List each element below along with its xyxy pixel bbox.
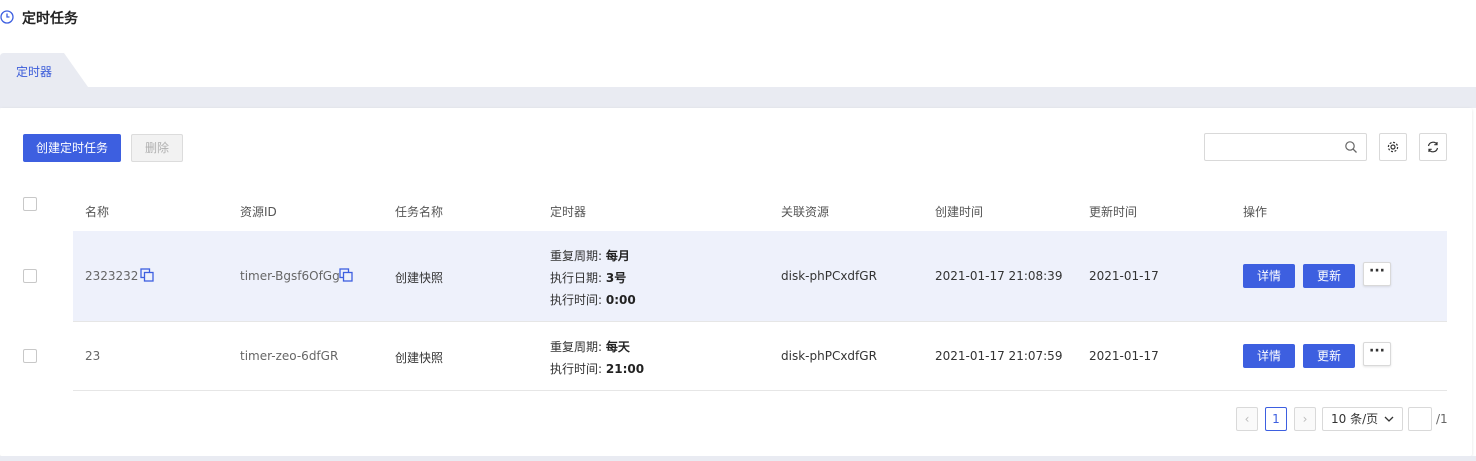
timer-label: 执行时间: bbox=[550, 362, 603, 376]
more-actions-button[interactable]: ··· bbox=[1363, 262, 1391, 286]
search-input[interactable] bbox=[1205, 134, 1335, 160]
delete-button[interactable]: 删除 bbox=[131, 134, 184, 162]
timer-label: 执行日期: bbox=[550, 271, 603, 285]
search-icon[interactable] bbox=[1344, 140, 1358, 154]
prev-page-button[interactable]: ‹ bbox=[1236, 407, 1258, 431]
timer-value: 每月 bbox=[605, 249, 630, 263]
current-page[interactable]: 1 bbox=[1265, 407, 1287, 431]
next-page-button[interactable]: › bbox=[1294, 407, 1316, 431]
row-name: 23 bbox=[85, 349, 101, 363]
timer-value: 每天 bbox=[605, 340, 630, 354]
row-resource-id: timer-Bgsf6OfGg bbox=[240, 269, 340, 283]
timer-value: 0:00 bbox=[605, 293, 636, 307]
row-name: 2323232 bbox=[85, 269, 139, 283]
col-task-name-header: 任务名称 bbox=[395, 205, 444, 219]
detail-button[interactable]: 详情 bbox=[1243, 264, 1295, 288]
col-created-header: 创建时间 bbox=[935, 205, 984, 219]
row-linked-resource: disk-phPCxdfGR bbox=[781, 349, 877, 363]
row-created-time: 2021-01-17 21:08:39 bbox=[935, 269, 1063, 283]
main-panel: 创建定时任务 删除 名称 资源ID 任务名称 定时器 关联资源 创建时间 更新时… bbox=[0, 108, 1472, 456]
search-box[interactable] bbox=[1204, 133, 1367, 161]
detail-button[interactable]: 详情 bbox=[1243, 344, 1295, 368]
create-timer-task-button[interactable]: 创建定时任务 bbox=[23, 134, 122, 162]
timer-time: 执行时间: 21:00 bbox=[550, 360, 644, 377]
row-updated-time: 2021-01-17 bbox=[1089, 269, 1159, 283]
tab-label: 定时器 bbox=[16, 65, 53, 79]
row-updated-time: 2021-01-17 bbox=[1089, 349, 1159, 363]
tab-strip bbox=[0, 87, 1476, 108]
row-linked-resource: disk-phPCxdfGR bbox=[781, 269, 877, 283]
row-checkbox[interactable] bbox=[23, 269, 37, 283]
update-button[interactable]: 更新 bbox=[1303, 264, 1355, 288]
timer-label: 执行时间: bbox=[550, 293, 603, 307]
refresh-button[interactable] bbox=[1419, 133, 1447, 161]
page-size-select[interactable]: 10 条/页 bbox=[1322, 407, 1403, 431]
row-task-name: 创建快照 bbox=[395, 271, 444, 285]
col-timer-header: 定时器 bbox=[550, 205, 587, 219]
col-name-header: 名称 bbox=[85, 205, 110, 219]
page-header: 定时任务 bbox=[0, 0, 1476, 36]
page-jump-input[interactable] bbox=[1408, 407, 1432, 431]
copy-icon[interactable] bbox=[140, 268, 154, 282]
timer-value: 3号 bbox=[605, 271, 627, 285]
settings-button[interactable] bbox=[1379, 133, 1407, 161]
row-task-name: 创建快照 bbox=[395, 351, 444, 365]
timer-repeat: 重复周期: 每月 bbox=[550, 247, 630, 264]
gear-icon bbox=[1387, 141, 1399, 153]
row-created-time: 2021-01-17 21:07:59 bbox=[935, 349, 1063, 363]
more-actions-button[interactable]: ··· bbox=[1363, 342, 1391, 366]
col-linked-resource-header: 关联资源 bbox=[781, 205, 830, 219]
clock-icon bbox=[0, 10, 14, 24]
bottom-strip bbox=[0, 456, 1476, 461]
table-row: 2323232 timer-Bgsf6OfGg 创建快照 重复周期: 每月 执行… bbox=[73, 231, 1447, 322]
timer-time: 执行时间: 0:00 bbox=[550, 291, 636, 308]
page-total: /1 bbox=[1436, 412, 1448, 426]
refresh-icon bbox=[1427, 141, 1439, 153]
timer-label: 重复周期: bbox=[550, 340, 603, 354]
row-resource-id: timer-zeo-6dfGR bbox=[240, 349, 339, 363]
tab-bar: 定时器 bbox=[0, 53, 1476, 108]
copy-icon[interactable] bbox=[339, 268, 353, 282]
chevron-down-icon bbox=[1384, 416, 1394, 422]
col-resource-id-header: 资源ID bbox=[240, 205, 277, 219]
timer-value: 21:00 bbox=[605, 362, 645, 376]
timer-label: 重复周期: bbox=[550, 249, 603, 263]
row-checkbox[interactable] bbox=[23, 349, 37, 363]
timer-repeat: 重复周期: 每天 bbox=[550, 338, 630, 355]
tab-timer[interactable]: 定时器 bbox=[0, 53, 88, 87]
table-row: 23 timer-zeo-6dfGR 创建快照 重复周期: 每天 执行时间: 2… bbox=[73, 322, 1447, 391]
col-updated-header: 更新时间 bbox=[1089, 205, 1138, 219]
update-button[interactable]: 更新 bbox=[1303, 344, 1355, 368]
timer-date: 执行日期: 3号 bbox=[550, 269, 626, 286]
page-title: 定时任务 bbox=[22, 11, 78, 27]
page-size-label: 10 条/页 bbox=[1331, 412, 1379, 426]
select-all-checkbox[interactable] bbox=[23, 197, 37, 211]
col-actions-header: 操作 bbox=[1243, 205, 1268, 219]
